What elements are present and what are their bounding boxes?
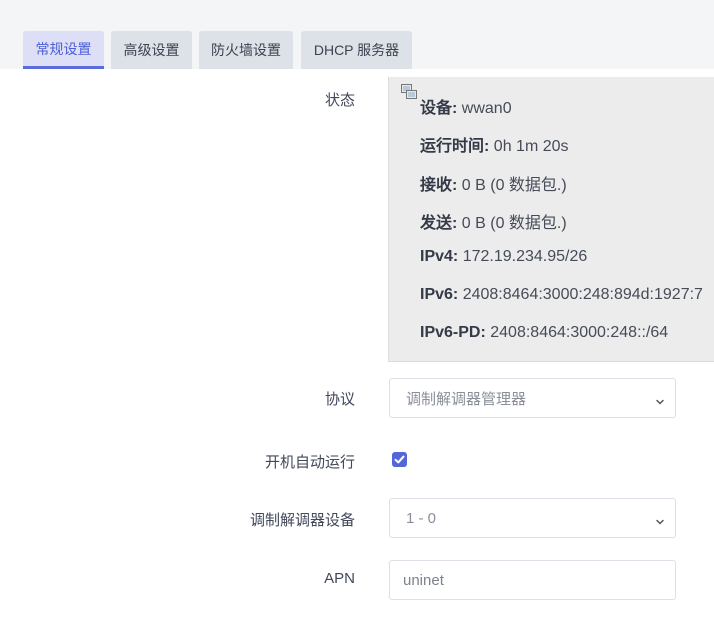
protocol-label: 协议 — [324, 391, 355, 408]
status-ipv4-row: IPv4: 172.19.234.95/26 — [420, 248, 587, 266]
apn-label: APN — [324, 570, 355, 587]
status-ipv6-value: 2408:8464:3000:248:894d:1927:7 — [462, 286, 703, 303]
apn-input-value: uninet — [403, 571, 444, 589]
modem-device-select-value: 1 - 0 — [406, 509, 437, 527]
status-ipv6pd-value: 2408:8464:3000:248::/64 — [490, 324, 669, 341]
apn-input[interactable]: uninet — [389, 560, 676, 600]
chevron-down-icon — [655, 514, 665, 525]
interface-status-box: 设备: wwan0 运行时间: 0h 1m 20s 接收: 0 B (0 数据包… — [388, 77, 714, 362]
status-ipv6-label: IPv6: — [420, 286, 459, 303]
checkmark-icon — [392, 454, 407, 471]
modem-device-select[interactable]: 1 - 0 — [389, 498, 676, 538]
status-tx-value: 0 B (0 数据包.) — [461, 215, 567, 232]
status-ipv6pd-label: IPv6-PD: — [420, 324, 486, 341]
status-uptime-value: 0h 1m 20s — [493, 138, 569, 155]
tab-firewall-settings[interactable]: 防火墙设置 — [199, 31, 293, 69]
autostart-checkbox[interactable] — [392, 452, 407, 467]
status-rx-row: 接收: 0 B (0 数据包.) — [420, 171, 567, 195]
status-device-value: wwan0 — [461, 100, 512, 117]
tab-general-settings[interactable]: 常规设置 — [23, 31, 104, 69]
status-device-row: 设备: wwan0 — [420, 94, 512, 118]
status-label: 状态 — [324, 92, 355, 109]
settings-panel: 状态 设备: wwan0 运行时间: 0h 1m 20s 接收: 0 B (0 … — [0, 69, 714, 621]
modem-device-label: 调制解调器设备 — [249, 512, 355, 529]
status-ipv4-value: 172.19.234.95/26 — [462, 248, 588, 265]
status-ipv4-label: IPv4: — [420, 248, 459, 265]
status-uptime-label: 运行时间: — [420, 138, 490, 155]
status-rx-label: 接收: — [420, 177, 458, 194]
chevron-down-icon — [655, 394, 665, 405]
tab-advanced-settings[interactable]: 高级设置 — [111, 31, 192, 69]
protocol-select-value: 调制解调器管理器 — [406, 390, 527, 408]
status-rx-value: 0 B (0 数据包.) — [461, 177, 567, 194]
status-tx-row: 发送: 0 B (0 数据包.) — [420, 209, 567, 233]
status-ipv6-row: IPv6: 2408:8464:3000:248:894d:1927:7 — [420, 286, 703, 304]
network-interface-icon — [401, 84, 417, 100]
status-tx-label: 发送: — [420, 215, 458, 232]
protocol-select[interactable]: 调制解调器管理器 — [389, 378, 676, 418]
status-uptime-row: 运行时间: 0h 1m 20s — [420, 132, 569, 156]
tab-dhcp-server[interactable]: DHCP 服务器 — [301, 31, 412, 69]
status-ipv6pd-row: IPv6-PD: 2408:8464:3000:248::/64 — [420, 324, 668, 342]
status-device-label: 设备: — [420, 100, 458, 117]
autostart-label: 开机自动运行 — [264, 454, 355, 471]
